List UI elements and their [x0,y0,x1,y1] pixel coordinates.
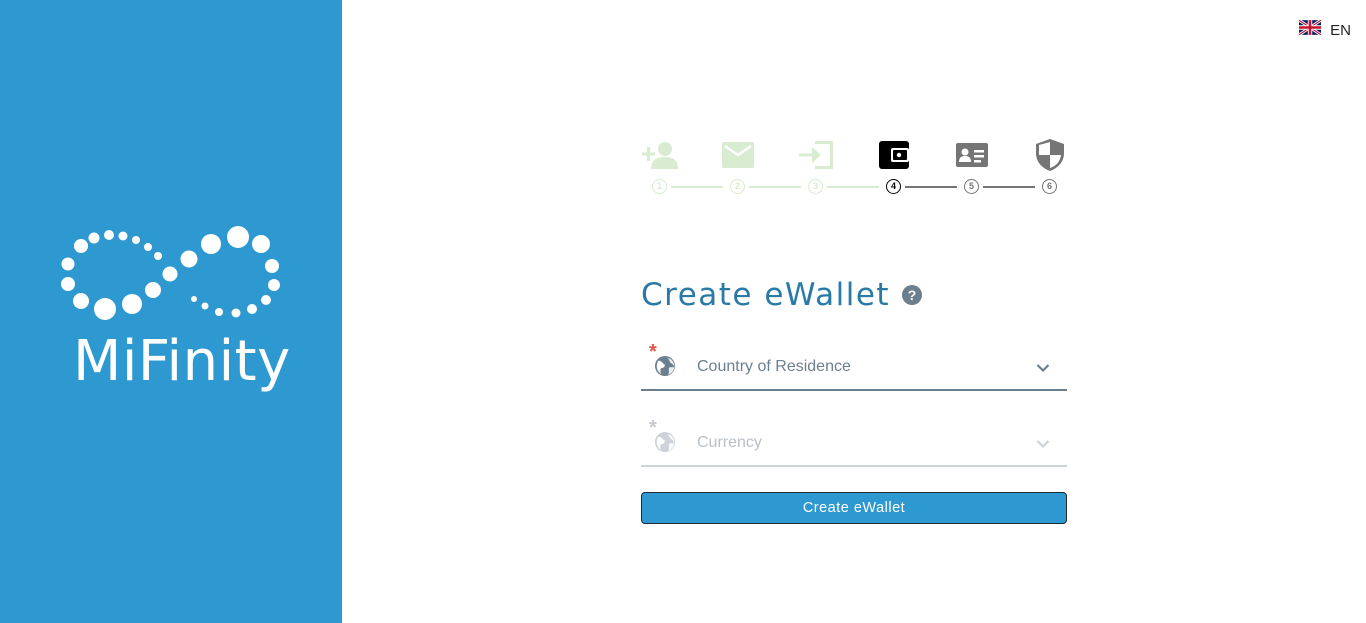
step-2-number: 2 [730,179,745,194]
login-icon [796,138,836,172]
chevron-down-icon [1036,360,1050,378]
country-of-residence-label: Country of Residence [697,358,851,375]
globe-icon [654,431,676,458]
page-title: Create eWallet [641,277,891,313]
email-icon [718,138,758,172]
language-selector[interactable]: EN [1298,18,1351,40]
registration-stepper: 1 2 3 4 5 6 [640,138,1064,200]
infinity-dots-logo-icon [61,226,280,320]
step-1: 1 [640,138,680,200]
step-4: 4 [874,138,914,200]
step-3-number: 3 [808,179,823,194]
form-title-row: Create eWallet ? [641,277,923,313]
step-2: 2 [718,138,758,200]
sidebar-brand-panel: MiFinity [0,0,342,623]
step-5: 5 [952,138,992,200]
add-user-icon [640,138,680,172]
main-content: EN 1 2 3 4 5 6 Create eWallet ? * Countr… [342,0,1366,623]
step-5-number: 5 [964,179,979,194]
chevron-down-icon [1036,436,1050,454]
globe-icon [654,355,676,382]
create-ewallet-button[interactable]: Create eWallet [641,492,1067,524]
currency-select[interactable]: * Currency [641,417,1067,467]
step-3: 3 [796,138,836,200]
shield-icon [1030,138,1070,172]
help-icon[interactable]: ? [902,285,923,305]
country-of-residence-select[interactable]: * Country of Residence [641,341,1067,391]
language-code: EN [1330,21,1351,39]
mifinity-logo: MiFinity [56,222,291,402]
step-6-number: 6 [1042,179,1057,194]
step-1-number: 1 [652,179,667,194]
step-6: 6 [1030,138,1070,200]
id-card-icon [952,138,992,172]
step-4-number: 4 [886,179,901,194]
currency-label: Currency [697,434,762,451]
brand-name: MiFinity [73,329,291,394]
uk-flag-icon [1298,18,1322,40]
wallet-icon [874,138,914,172]
